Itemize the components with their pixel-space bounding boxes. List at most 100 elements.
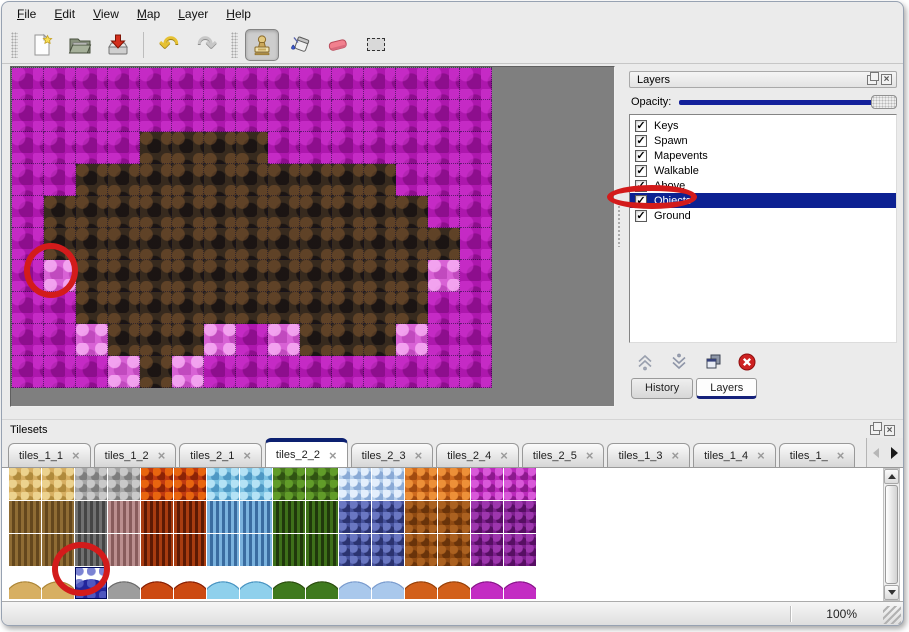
close-tab-icon[interactable]: ×	[837, 449, 845, 462]
map-tile[interactable]	[172, 324, 204, 356]
map-tile[interactable]	[428, 100, 460, 132]
tileset-tile[interactable]	[108, 468, 141, 501]
map-tile[interactable]	[300, 164, 332, 196]
map-tile[interactable]	[364, 292, 396, 324]
map-tile[interactable]	[108, 260, 140, 292]
map-tile[interactable]	[44, 356, 76, 388]
tileset-tile[interactable]	[207, 567, 240, 600]
map-canvas[interactable]	[10, 66, 615, 407]
map-grid[interactable]	[11, 67, 492, 388]
tileset-tile[interactable]	[504, 468, 537, 501]
map-tile[interactable]	[12, 228, 44, 260]
map-tile[interactable]	[140, 164, 172, 196]
layer-visibility-checkbox[interactable]	[635, 165, 647, 177]
detach-panel-icon[interactable]	[870, 425, 880, 435]
tileset-tile[interactable]	[504, 501, 537, 534]
tileset-tile[interactable]	[240, 468, 273, 501]
tileset-tile[interactable]	[306, 468, 339, 501]
map-tile[interactable]	[364, 100, 396, 132]
close-tab-icon[interactable]: ×	[158, 449, 166, 462]
map-tile[interactable]	[396, 132, 428, 164]
tileset-tile[interactable]	[42, 501, 75, 534]
map-tile[interactable]	[460, 196, 492, 228]
tileset-tile[interactable]	[405, 501, 438, 534]
panel-splitter[interactable]	[615, 66, 623, 410]
map-tile[interactable]	[12, 356, 44, 388]
tileset-tile[interactable]	[42, 468, 75, 501]
map-tile[interactable]	[204, 164, 236, 196]
tileset-tile[interactable]	[108, 567, 141, 600]
tileset-tile[interactable]	[273, 567, 306, 600]
map-tile[interactable]	[108, 196, 140, 228]
tileset-tab-tiles_1_4[interactable]: tiles_1_4×	[693, 443, 776, 467]
map-tile[interactable]	[204, 196, 236, 228]
tileset-tile[interactable]	[306, 501, 339, 534]
map-tile[interactable]	[428, 292, 460, 324]
layer-row-objects[interactable]: Objects	[630, 193, 896, 208]
map-tile[interactable]	[108, 100, 140, 132]
menu-edit[interactable]: Edit	[45, 5, 84, 23]
tileset-tile[interactable]	[339, 501, 372, 534]
map-tile[interactable]	[428, 356, 460, 388]
map-tile[interactable]	[268, 260, 300, 292]
map-tile[interactable]	[300, 100, 332, 132]
map-tile[interactable]	[172, 132, 204, 164]
scroll-tabs-left-button[interactable]	[867, 439, 885, 467]
opacity-slider-handle[interactable]	[871, 95, 897, 109]
tileset-tile[interactable]	[240, 534, 273, 567]
tileset-tile[interactable]	[207, 501, 240, 534]
map-tile[interactable]	[44, 324, 76, 356]
tileset-tile[interactable]	[9, 567, 42, 600]
map-tile[interactable]	[428, 164, 460, 196]
map-tile[interactable]	[428, 132, 460, 164]
map-tile[interactable]	[364, 260, 396, 292]
tileset-tile[interactable]	[207, 534, 240, 567]
move-layer-up-button[interactable]	[633, 351, 657, 373]
map-tile[interactable]	[172, 68, 204, 100]
layer-row-walkable[interactable]: Walkable	[630, 163, 896, 178]
tileset-tab-tiles_1_[interactable]: tiles_1_×	[779, 443, 856, 467]
scrollbar-up-button[interactable]	[884, 469, 899, 484]
menu-layer[interactable]: Layer	[169, 5, 217, 23]
map-tile[interactable]	[332, 228, 364, 260]
layer-visibility-checkbox[interactable]	[635, 180, 647, 192]
tileset-tab-tiles_2_5[interactable]: tiles_2_5×	[522, 443, 605, 467]
map-tile[interactable]	[268, 68, 300, 100]
map-tile[interactable]	[332, 132, 364, 164]
map-tile[interactable]	[460, 356, 492, 388]
map-tile[interactable]	[140, 228, 172, 260]
stamp-tool-button[interactable]	[245, 29, 279, 61]
map-tile[interactable]	[396, 164, 428, 196]
map-tile[interactable]	[12, 68, 44, 100]
tileset-tile[interactable]	[75, 534, 108, 567]
duplicate-layer-button[interactable]	[701, 351, 725, 373]
map-tile[interactable]	[460, 228, 492, 260]
map-tile[interactable]	[460, 132, 492, 164]
tileset-tile[interactable]	[174, 567, 207, 600]
close-tab-icon[interactable]: ×	[586, 449, 594, 462]
map-tile[interactable]	[44, 228, 76, 260]
map-tile[interactable]	[204, 228, 236, 260]
map-tile[interactable]	[44, 68, 76, 100]
tileset-tile[interactable]	[174, 501, 207, 534]
map-tile[interactable]	[140, 132, 172, 164]
map-tile[interactable]	[396, 260, 428, 292]
tileset-tile[interactable]	[75, 501, 108, 534]
move-layer-down-button[interactable]	[667, 351, 691, 373]
map-tile[interactable]	[12, 164, 44, 196]
map-tile[interactable]	[428, 228, 460, 260]
map-tile[interactable]	[236, 292, 268, 324]
menu-file[interactable]: File	[8, 5, 45, 23]
tileset-tile[interactable]	[438, 534, 471, 567]
map-tile[interactable]	[332, 164, 364, 196]
map-tile[interactable]	[428, 68, 460, 100]
tileset-tile[interactable]	[108, 501, 141, 534]
tileset-tile[interactable]	[339, 534, 372, 567]
open-map-button[interactable]	[63, 29, 97, 61]
map-tile[interactable]	[300, 324, 332, 356]
map-tile[interactable]	[204, 132, 236, 164]
layer-row-spawn[interactable]: Spawn	[630, 133, 896, 148]
tileset-tile[interactable]	[372, 534, 405, 567]
layer-visibility-checkbox[interactable]	[635, 150, 647, 162]
tileset-tile[interactable]	[42, 567, 75, 600]
